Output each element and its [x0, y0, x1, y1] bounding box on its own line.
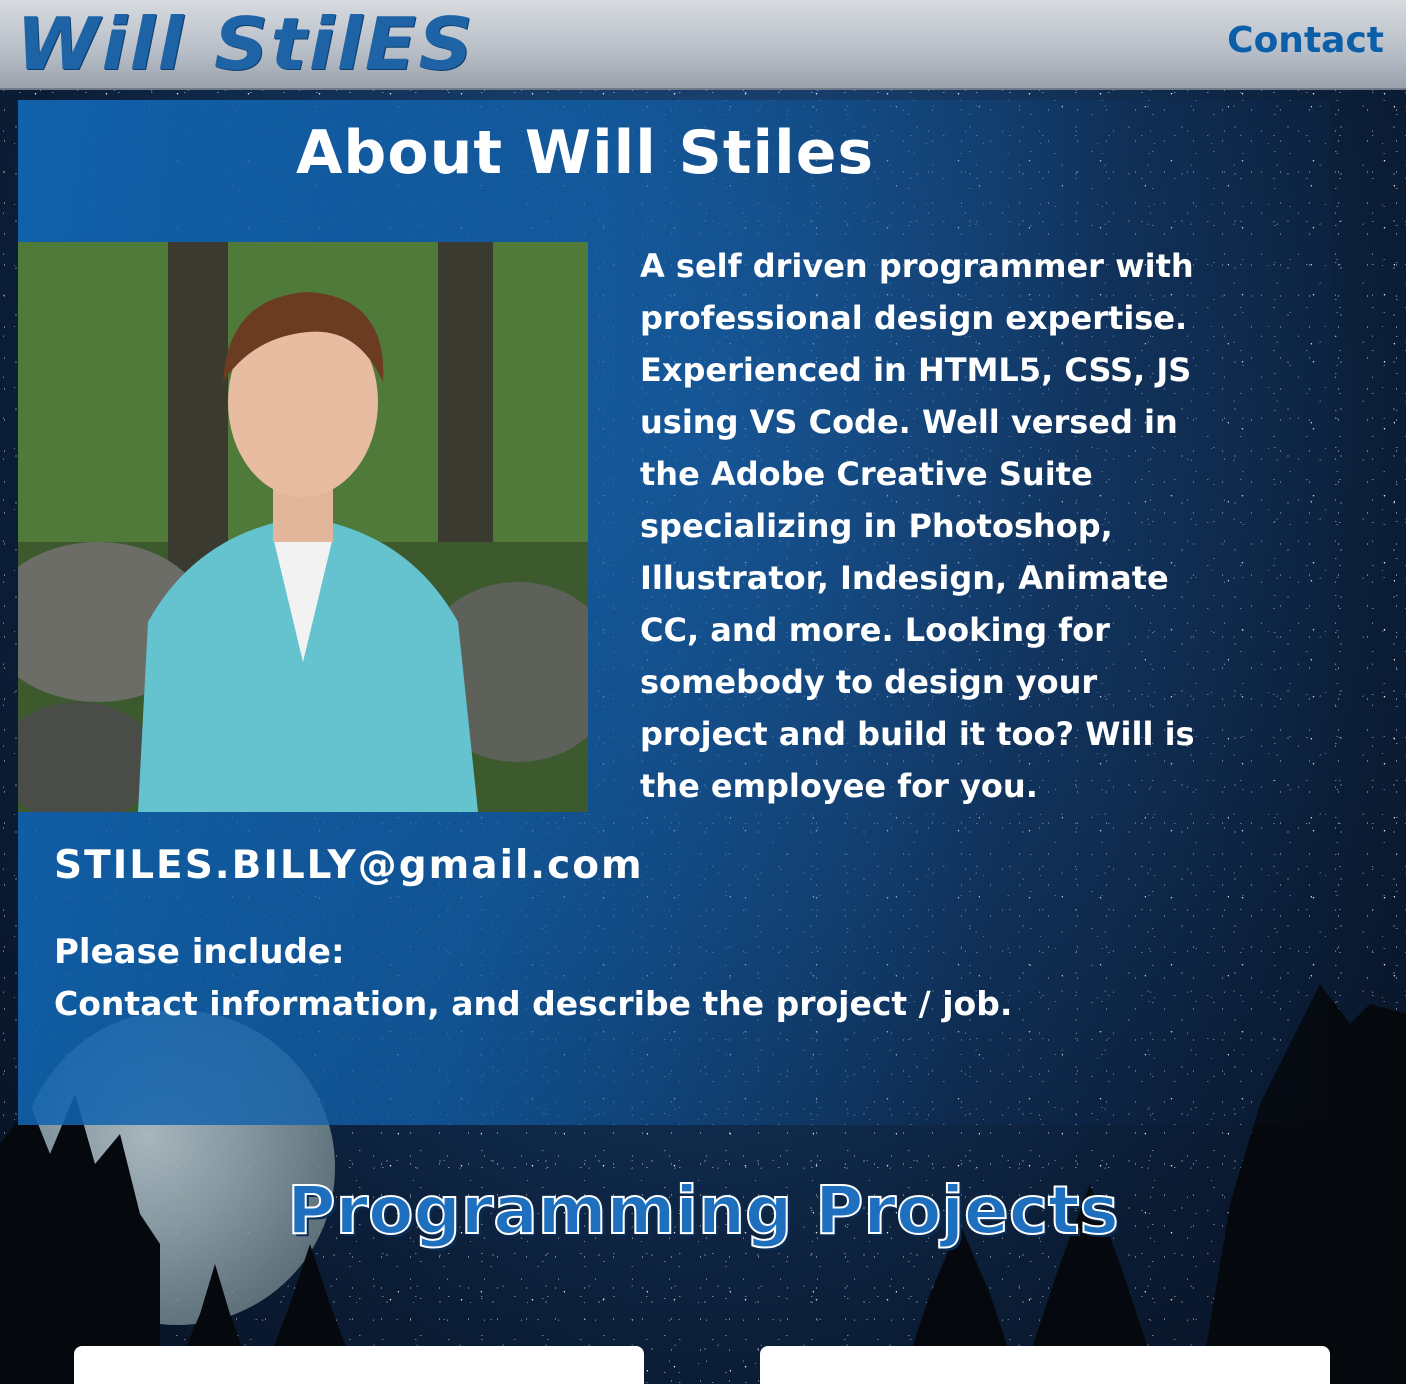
about-section: About Will Stiles A self driven programm…: [18, 100, 1330, 1125]
site-header: Will StilES Contact: [0, 0, 1406, 90]
about-bio: A self driven programmer with profession…: [640, 247, 1195, 805]
include-label: Please include:: [54, 932, 345, 972]
project-card[interactable]: [760, 1346, 1330, 1384]
projects-heading: Programming Projects: [286, 1171, 1120, 1250]
include-text: Contact information, and describe the pr…: [54, 984, 1013, 1023]
site-logo[interactable]: Will StilES: [16, 2, 475, 86]
portrait-photo: [18, 242, 588, 812]
nav-contact-link[interactable]: Contact: [1227, 20, 1384, 61]
project-card[interactable]: [74, 1346, 644, 1384]
about-title: About Will Stiles: [296, 118, 875, 188]
contact-email[interactable]: STILES.BILLY@gmail.com: [54, 843, 644, 888]
